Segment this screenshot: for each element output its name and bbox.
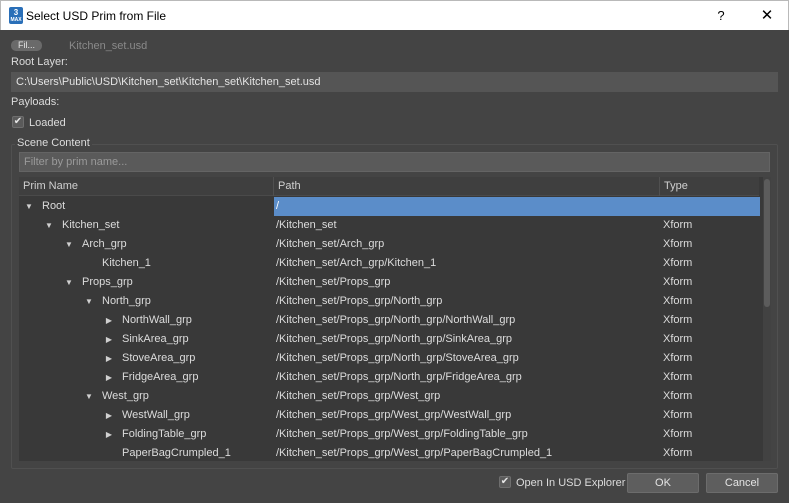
tree-row[interactable]: ▶ WestWall_grp/Kitchen_set/Props_grp/West… [19,406,760,425]
scene-content-title: Scene Content [15,137,92,149]
prim-path: /Kitchen_set/Props_grp/North_grp [276,295,443,307]
browse-file-button[interactable]: Fil... [11,40,42,51]
prim-path: /Kitchen_set/Props_grp/North_grp/NorthWa… [276,314,516,326]
prim-name: Arch_grp [82,238,127,250]
triangle-right-icon[interactable]: ▶ [104,330,114,349]
tree-row[interactable]: ▼ Props_grp/Kitchen_set/Props_grp Xform [19,273,760,292]
prim-type: Xform [663,219,693,231]
prim-name: FoldingTable_grp [122,428,207,440]
prim-path: /Kitchen_set/Props_grp/West_grp/FoldingT… [276,428,528,440]
prim-name: SinkArea_grp [122,333,189,345]
prim-path: /Kitchen_set/Props_grp/North_grp/FridgeA… [276,371,522,383]
prim-name: Root [42,200,66,212]
prim-name: PaperBagCrumpled_1 [122,447,231,459]
triangle-right-icon[interactable]: ▶ [104,425,114,444]
prim-path: /Kitchen_set/Props_grp/West_grp/WestWall… [276,409,512,421]
triangle-down-icon[interactable]: ▼ [64,235,74,254]
prim-path: /Kitchen_set/Props_grp/North_grp/StoveAr… [276,352,519,364]
tree-row[interactable]: PaperBagCrumpled_1/Kitchen_set/Props_grp… [19,444,760,461]
tree-row[interactable]: ▼ Arch_grp/Kitchen_set/Arch_grp Xform [19,235,760,254]
tree-row[interactable]: ▶ StoveArea_grp/Kitchen_set/Props_grp/Nor… [19,349,760,368]
column-header-type[interactable]: Type [660,177,759,196]
triangle-down-icon[interactable]: ▼ [84,387,94,406]
triangle-down-icon[interactable]: ▼ [64,273,74,292]
checkmark-icon: ✔ [500,476,510,487]
scrollbar-thumb[interactable] [764,179,770,307]
prim-tree[interactable]: Prim Name Path Type ▼ Root / ▼ Kitchen_set/K… [19,177,771,461]
prim-path: /Kitchen_set/Arch_grp/Kitchen_1 [276,257,437,269]
prim-type: Xform [663,352,693,364]
root-layer-label: Root Layer: [11,56,68,68]
prim-name: North_grp [102,295,151,307]
prim-type: Xform [663,257,693,269]
triangle-right-icon[interactable]: ▶ [104,406,114,425]
prim-type: Xform [663,390,693,402]
tree-row[interactable]: ▼ Root / [19,197,760,216]
title-bar: 3 MAX Select USD Prim from File ? ✕ [0,0,789,30]
prim-type: Xform [663,295,693,307]
prim-type: Xform [663,314,693,326]
tree-row[interactable]: ▼ West_grp/Kitchen_set/Props_grp/West_grp… [19,387,760,406]
prim-path: /Kitchen_set/Arch_grp [276,238,385,250]
loaded-checkbox[interactable]: ✔ [12,116,24,128]
app-icon-label: MAX [10,17,22,23]
window-title: Select USD Prim from File [26,9,167,23]
prim-name: FridgeArea_grp [122,371,199,383]
tree-row[interactable]: ▶ SinkArea_grp/Kitchen_set/Props_grp/Nort… [19,330,760,349]
tree-row[interactable]: ▼ North_grp/Kitchen_set/Props_grp/North_g… [19,292,760,311]
prim-path: / [274,197,760,216]
help-button[interactable]: ? [713,7,729,25]
prim-path: /Kitchen_set/Props_grp [276,276,391,288]
triangle-down-icon[interactable]: ▼ [24,197,34,216]
prim-name: West_grp [102,390,149,402]
prim-type: Xform [663,409,693,421]
checkmark-icon: ✔ [13,116,23,127]
prim-type: Xform [663,276,693,288]
tree-header: Prim Name Path Type [19,177,759,196]
tree-row[interactable]: ▶ NorthWall_grp/Kitchen_set/Props_grp/Nor… [19,311,760,330]
tree-row[interactable]: ▶ FoldingTable_grp/Kitchen_set/Props_grp/… [19,425,760,444]
prim-type: Xform [663,238,693,250]
prim-name: Kitchen_1 [102,257,151,269]
triangle-down-icon[interactable]: ▼ [84,292,94,311]
column-header-prim-name[interactable]: Prim Name [19,177,274,196]
tree-row[interactable]: Kitchen_1/Kitchen_set/Arch_grp/Kitchen_1… [19,254,760,273]
open-in-explorer-checkbox[interactable]: ✔ [499,476,511,488]
prim-path: /Kitchen_set/Props_grp/West_grp [276,390,441,402]
prim-name: WestWall_grp [122,409,190,421]
triangle-down-icon[interactable]: ▼ [44,216,54,235]
prim-name: Kitchen_set [62,219,120,231]
file-name-label: Kitchen_set.usd [69,40,148,52]
prim-filter-input[interactable]: Filter by prim name... [19,152,770,172]
loaded-label: Loaded [29,117,66,129]
prim-path: /Kitchen_set/Props_grp/North_grp/SinkAre… [276,333,513,345]
tree-row[interactable]: ▶ FridgeArea_grp/Kitchen_set/Props_grp/No… [19,368,760,387]
prim-name: NorthWall_grp [122,314,192,326]
root-layer-field[interactable]: C:\Users\Public\USD\Kitchen_set\Kitchen_… [11,72,778,92]
triangle-right-icon[interactable]: ▶ [104,311,114,330]
prim-name: StoveArea_grp [122,352,196,364]
column-header-path[interactable]: Path [274,177,660,196]
prim-name: Props_grp [82,276,133,288]
tree-row[interactable]: ▼ Kitchen_set/Kitchen_set Xform [19,216,760,235]
ok-button[interactable]: OK [627,473,699,493]
prim-type: Xform [663,428,693,440]
app-icon-text: 3 [13,8,19,17]
open-in-explorer-label: Open In USD Explorer [516,477,626,489]
app-icon: 3 MAX [9,7,23,24]
triangle-right-icon[interactable]: ▶ [104,349,114,368]
prim-type: Xform [663,333,693,345]
prim-path: /Kitchen_set/Props_grp/West_grp/PaperBag… [276,447,553,459]
prim-type: Xform [663,447,693,459]
close-button[interactable]: ✕ [758,6,776,26]
prim-path: /Kitchen_set [276,219,337,231]
triangle-right-icon[interactable]: ▶ [104,368,114,387]
payloads-label: Payloads: [11,96,60,108]
prim-type: Xform [663,371,693,383]
vertical-scrollbar[interactable] [763,177,771,461]
cancel-button[interactable]: Cancel [706,473,778,493]
